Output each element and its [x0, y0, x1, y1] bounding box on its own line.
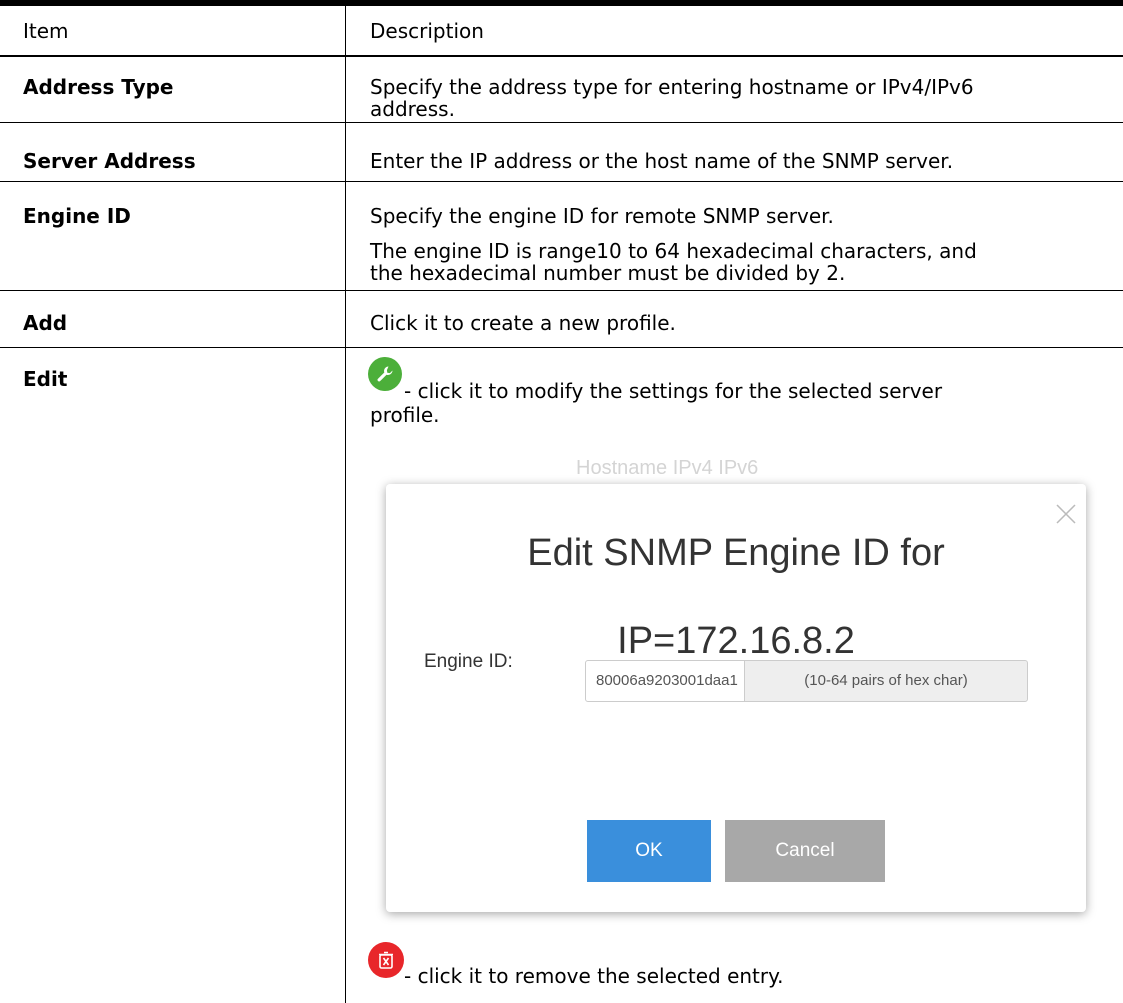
close-icon[interactable]	[1054, 502, 1078, 526]
cancel-button[interactable]: Cancel	[725, 820, 885, 882]
row-item-server-address: Server Address	[23, 149, 196, 173]
row-item-add: Add	[23, 311, 68, 335]
engine-id-label: Engine ID:	[424, 651, 513, 672]
trash-icon	[368, 942, 404, 978]
table-top-border	[0, 0, 1123, 6]
row-divider	[0, 181, 1123, 182]
column-header-item: Item	[23, 19, 69, 43]
row-item-engine-id: Engine ID	[23, 204, 131, 228]
row-desc-line: Specify the address type for entering ho…	[370, 75, 974, 99]
ok-button[interactable]: OK	[587, 820, 711, 882]
row-desc-line: the hexadecimal number must be divided b…	[370, 261, 846, 285]
row-desc-line: Click it to create a new profile.	[370, 311, 676, 335]
row-divider	[0, 290, 1123, 291]
row-item-edit: Edit	[23, 367, 68, 391]
row-desc-line: Enter the IP address or the host name of…	[370, 149, 954, 173]
row-divider	[0, 347, 1123, 348]
header-divider	[0, 55, 1123, 57]
row-desc-line: profile.	[370, 403, 440, 427]
row-divider	[0, 122, 1123, 123]
row-item-address-type: Address Type	[23, 75, 174, 99]
row-desc-line: address.	[370, 97, 455, 121]
row-desc-line: - click it to remove the selected entry.	[404, 964, 784, 988]
edit-engine-id-dialog: Edit SNMP Engine ID for IP=172.16.8.2 En…	[386, 484, 1086, 912]
engine-id-input[interactable]: 80006a9203001daa1	[585, 660, 745, 702]
row-desc-line: - click it to modify the settings for th…	[404, 379, 943, 403]
dialog-title-line1: Edit SNMP Engine ID for	[527, 532, 945, 574]
column-header-description: Description	[370, 19, 484, 43]
background-address-type-radios: Hostname IPv4 IPv6	[576, 457, 759, 479]
column-divider	[345, 6, 346, 1003]
row-desc-line: Specify the engine ID for remote SNMP se…	[370, 204, 834, 228]
engine-id-hint: (10-64 pairs of hex char)	[744, 660, 1028, 702]
wrench-icon	[368, 357, 402, 391]
